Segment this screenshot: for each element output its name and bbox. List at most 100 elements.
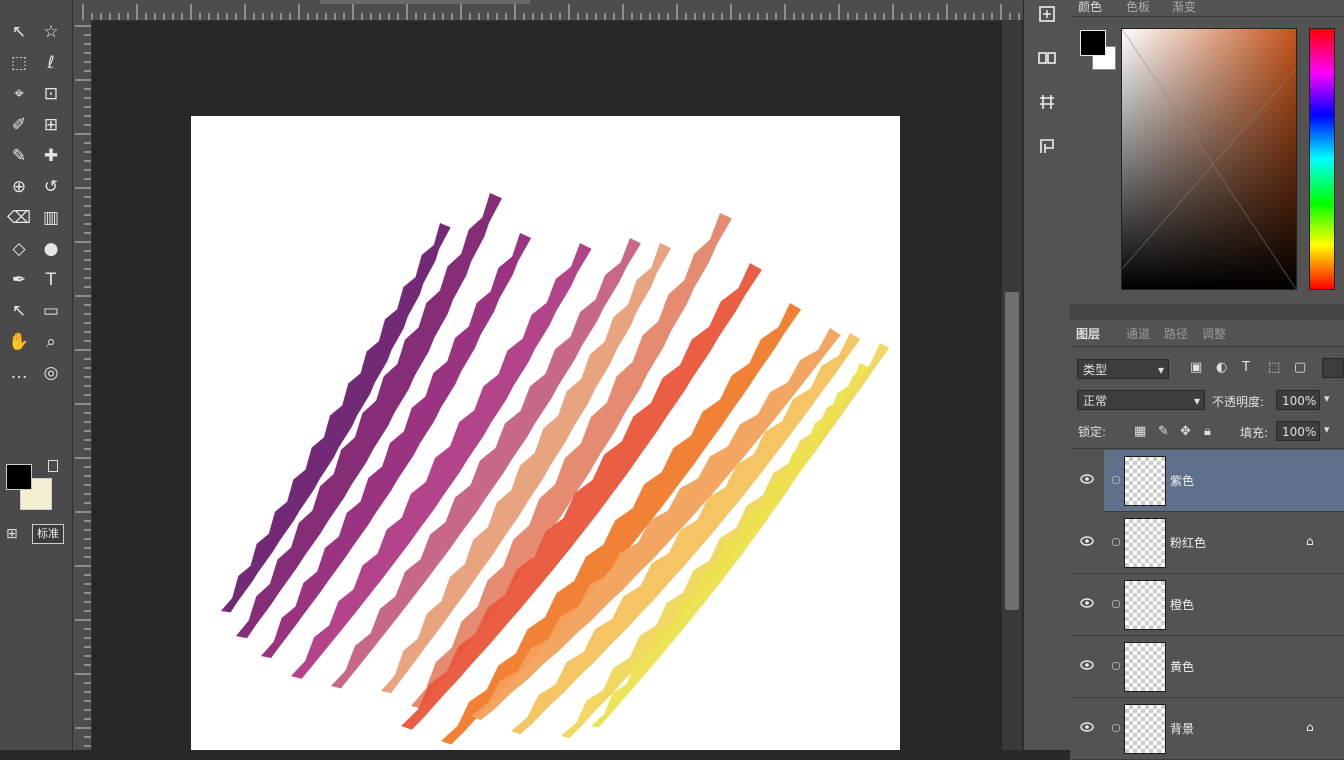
fill-label: 填充: — [1240, 426, 1269, 440]
quick-select-tool[interactable]: ⌖ — [6, 82, 32, 106]
healing-tool[interactable]: ✚ — [38, 144, 64, 168]
lock-label: 锁定: — [1078, 425, 1107, 439]
tab-swatches[interactable]: 色板 — [1126, 0, 1150, 15]
filter-pixel-icon[interactable]: ▣ — [1190, 360, 1202, 375]
filter-kind-select[interactable]: 类型 ▾ — [1077, 359, 1169, 379]
lock-all-icon[interactable]: 🔒︎ — [1204, 424, 1211, 439]
eye-icon[interactable] — [1080, 472, 1094, 486]
blend-mode-select[interactable]: 正常 ▾ — [1077, 390, 1205, 410]
filter-toggle[interactable] — [1322, 358, 1344, 378]
document-tab[interactable] — [320, 0, 530, 4]
brush-strokes-artwork — [221, 193, 890, 745]
gradient-tool[interactable]: ▥ — [38, 206, 64, 230]
chevron-down-icon: ▾ — [1157, 363, 1164, 377]
move-tool[interactable]: ↖ — [6, 20, 32, 44]
filter-type-icon[interactable]: T — [1242, 360, 1250, 375]
chevron-down-icon: ▾ — [1193, 394, 1200, 408]
vertical-ruler — [73, 20, 92, 750]
link-icon — [1112, 476, 1120, 484]
link-icon — [1112, 538, 1120, 546]
lock-position-icon[interactable]: ✥ — [1180, 424, 1191, 439]
layer-thumbnail[interactable] — [1124, 704, 1166, 754]
channels-icon[interactable] — [1029, 90, 1065, 124]
layer-name[interactable]: 橙色 — [1170, 596, 1194, 613]
brush-tool[interactable]: ✎ — [6, 144, 32, 168]
opacity-input[interactable]: 100% — [1276, 390, 1320, 410]
brush-stroke — [591, 363, 869, 728]
collapsed-panels-column — [1023, 0, 1071, 750]
layer-thumbnail[interactable] — [1124, 642, 1166, 692]
layer-thumbnail[interactable] — [1124, 456, 1166, 506]
opacity-label: 不透明度: — [1212, 395, 1265, 409]
tab-layers[interactable]: 图层 — [1076, 325, 1100, 342]
layer-row[interactable]: 粉红色 ⌂ — [1070, 512, 1344, 574]
filter-smart-icon[interactable]: ▢ — [1294, 360, 1306, 375]
hue-slider[interactable] — [1309, 28, 1335, 290]
blend-mode-value: 正常 — [1083, 394, 1108, 408]
swap-colors-icon[interactable] — [48, 460, 58, 472]
filter-shape-icon[interactable]: ⬚ — [1268, 360, 1280, 375]
layer-name[interactable]: 黄色 — [1170, 658, 1194, 675]
eye-icon[interactable] — [1080, 658, 1094, 672]
frame-tool[interactable]: ⊞ — [38, 113, 64, 137]
type-tool[interactable]: T — [38, 268, 64, 292]
layer-row[interactable]: 背景 ⌂ — [1070, 698, 1344, 760]
filter-kind-value: 类型 — [1083, 363, 1108, 377]
eye-icon[interactable] — [1080, 596, 1094, 610]
eyedropper-tool[interactable]: ✐ — [6, 113, 32, 137]
dodge-tool[interactable]: ● — [38, 237, 64, 261]
tab-gradients[interactable]: 渐变 — [1172, 0, 1196, 15]
panel-divider — [1070, 16, 1344, 17]
eye-icon[interactable] — [1080, 534, 1094, 548]
history-icon[interactable] — [1029, 2, 1065, 36]
tools-panel: ↖ ☆ ⬚ ℓ ⌖ ⊡ ✐ ⊞ ✎ ✚ ⊕ ↺ ⌫ ▥ ◇ ● ✒ T ↖ ▭ ✋ ⌕… ◎ ⊞ 标准 — [0, 0, 73, 750]
hand-tool[interactable]: ✋ — [6, 330, 32, 354]
paths-icon[interactable] — [1029, 134, 1065, 168]
layer-row[interactable]: 黄色 — [1070, 636, 1344, 698]
eye-icon[interactable] — [1080, 720, 1094, 734]
scrollbar-thumb[interactable] — [1005, 292, 1019, 610]
chevron-down-icon[interactable]: ▾ — [1324, 392, 1330, 405]
tab-color[interactable]: 颜色 — [1078, 0, 1102, 15]
blur-tool[interactable]: ◇ — [6, 237, 32, 261]
clone-stamp-tool[interactable]: ⊕ — [6, 175, 32, 199]
layer-thumbnail[interactable] — [1124, 518, 1166, 568]
layer-name[interactable]: 背景 — [1170, 720, 1194, 737]
edit-toolbar-tool[interactable]: … — [6, 361, 32, 385]
layer-row[interactable]: 紫色 — [1070, 450, 1344, 512]
screen-mode-button[interactable]: 标准 — [32, 524, 64, 544]
chevron-down-icon[interactable]: ▾ — [1324, 423, 1330, 436]
tab-adjustments[interactable]: 调整 — [1202, 325, 1226, 342]
tabs-underline — [1070, 346, 1344, 347]
lock-transparent-icon[interactable]: ▦ — [1134, 424, 1146, 439]
eraser-tool[interactable]: ⌫ — [6, 206, 32, 230]
panel-splitter — [1070, 304, 1344, 320]
tab-paths[interactable]: 路径 — [1164, 325, 1188, 342]
path-select-tool[interactable]: ↖ — [6, 299, 32, 323]
lock-image-icon[interactable]: ✎ — [1158, 424, 1169, 439]
pen-tool[interactable]: ✒ — [6, 268, 32, 292]
document-canvas[interactable] — [191, 116, 900, 750]
foreground-color-swatch[interactable] — [6, 464, 32, 490]
marquee-tool[interactable]: ⬚ — [6, 51, 32, 75]
link-icon — [1112, 724, 1120, 732]
color-picker-field[interactable] — [1121, 28, 1297, 290]
zoom-tool[interactable]: ⌕ — [38, 330, 64, 354]
history-brush-tool[interactable]: ↺ — [38, 175, 64, 199]
artboard-tool[interactable]: ☆ — [38, 20, 64, 44]
properties-icon[interactable] — [1029, 46, 1065, 80]
lock-icon: ⌂ — [1306, 720, 1314, 734]
layer-name[interactable]: 紫色 — [1170, 472, 1194, 489]
shape-tool[interactable]: ▭ — [38, 299, 64, 323]
quick-mask-icon[interactable]: ⊞ — [6, 526, 24, 542]
layer-thumbnail[interactable] — [1124, 580, 1166, 630]
quick-mask-tool[interactable]: ◎ — [38, 361, 64, 385]
layer-name[interactable]: 粉红色 — [1170, 534, 1206, 551]
fill-input[interactable]: 100% — [1276, 421, 1320, 441]
filter-adjustment-icon[interactable]: ◐ — [1216, 360, 1227, 375]
layer-row[interactable]: 橙色 — [1070, 574, 1344, 636]
lasso-tool[interactable]: ℓ — [38, 51, 64, 75]
tab-channels[interactable]: 通道 — [1126, 325, 1150, 342]
crop-tool[interactable]: ⊡ — [38, 82, 64, 106]
panel-foreground-swatch[interactable] — [1080, 30, 1106, 56]
